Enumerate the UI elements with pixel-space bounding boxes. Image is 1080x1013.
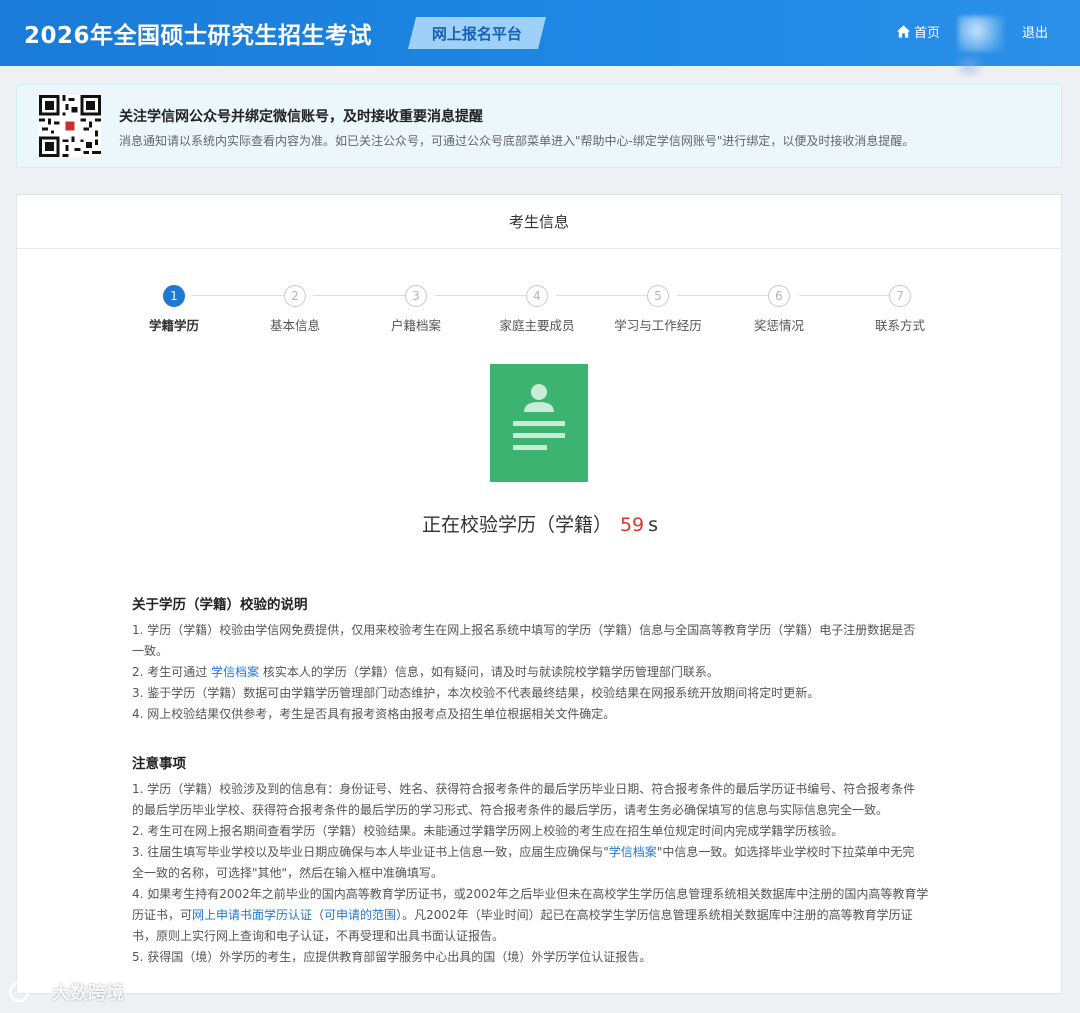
notice-title: 关注学信网公众号并绑定微信账号，及时接收重要消息提醒 — [119, 109, 483, 125]
platform-badge: 网上报名平台 — [408, 17, 546, 49]
countdown-unit: s — [648, 514, 659, 536]
step-number: 3 — [405, 285, 427, 307]
step-label: 户籍档案 — [390, 318, 441, 333]
step-label: 基本信息 — [269, 318, 320, 333]
step-4: 4 家庭主要成员 — [477, 285, 597, 334]
explain-item-1b: 一致。 — [132, 644, 169, 658]
xuexin-archive-link[interactable]: 学信档案 — [211, 665, 259, 679]
user-avatar[interactable] — [958, 16, 1004, 52]
step-7: 7 联系方式 — [840, 285, 960, 334]
explain-item-1a: 1. 学历（学籍）校验由学信网免费提供，仅用来校验考生在网上报名系统中填写的学历… — [132, 623, 916, 637]
step-number: 6 — [768, 285, 790, 307]
watermark-text: 大数跨境 — [52, 983, 124, 1004]
explain-item-3: 3. 鉴于学历（学籍）数据可由学籍学历管理部门动态维护，本次校验不代表最终结果，… — [132, 686, 820, 700]
step-number: 7 — [889, 285, 911, 307]
xuexin-archive-link-2[interactable]: 学信档案 — [609, 845, 657, 859]
wechat-notice: 关注学信网公众号并绑定微信账号，及时接收重要消息提醒 消息通知请以系统内实际查看… — [16, 84, 1062, 168]
student-record-icon — [490, 364, 588, 482]
note-item-3a: 3. 往届生填写毕业学校以及毕业日期应确保与本人毕业证书上信息一致，应届生应确保… — [132, 845, 915, 859]
apply-written-certification-link[interactable]: 网上申请书面学历认证 — [192, 908, 312, 922]
verify-text: 正在校验学历（学籍） — [421, 514, 612, 536]
step-3: 3 户籍档案 — [356, 285, 476, 334]
note-item-2: 2. 考生可在网上报名期间查看学历（学籍）校验结果。未能通过学籍学历网上校验的考… — [132, 824, 844, 838]
step-number: 2 — [284, 285, 306, 307]
note-item-3b: 全一致的名称，可选择"其他"，然后在输入框中准确填写。 — [132, 866, 444, 880]
verify-explanation: 关于学历（学籍）校验的说明 1. 学历（学籍）校验由学信网免费提供，仅用来校验考… — [132, 593, 952, 725]
verify-status: 正在校验学历（学籍） 59 s — [17, 510, 1063, 537]
step-2: 2 基本信息 — [235, 285, 355, 334]
step-number: 4 — [526, 285, 548, 307]
explain-item-2: 2. 考生可通过 学信档案 核实本人的学历（学籍）信息，如有疑问，请及时与就读院… — [132, 665, 719, 679]
watermark-logo-icon — [8, 981, 47, 1003]
note-item-4b: 历证书，可网上申请书面学历认证（可申请的范围）。凡2002年（毕业时间）起已在高… — [132, 908, 913, 922]
home-label: 首页 — [914, 26, 941, 41]
note-item-1a: 1. 学历（学籍）校验涉及到的信息有：身份证号、姓名、获得符合报考条件的最后学历… — [132, 782, 916, 796]
step-label: 奖惩情况 — [753, 318, 804, 333]
note-item-4c: 书，原则上实行网上查询和电子认证，不再受理和出具书面认证报告。 — [132, 929, 505, 943]
step-number: 5 — [647, 285, 669, 307]
section-title: 注意事项 — [132, 756, 186, 772]
step-label: 学籍学历 — [148, 318, 199, 333]
note-item-1b: 的最后学历毕业学校、获得符合报考条件的最后学历的学习形式、符合报考条件的最后学历… — [132, 803, 889, 817]
step-label: 家庭主要成员 — [499, 318, 575, 333]
step-1: 1 学籍学历 — [114, 285, 234, 334]
step-number: 1 — [163, 285, 185, 307]
step-5: 5 学习与工作经历 — [598, 285, 718, 334]
user-name-blurred — [950, 56, 988, 76]
watermark: 大数跨境 — [8, 978, 124, 1006]
step-label: 联系方式 — [874, 318, 925, 333]
application-scope-link[interactable]: 可申请的范围 — [324, 908, 396, 922]
candidate-info-panel: 考生信息 1 学籍学历 2 基本信息 3 户籍档案 4 家庭主要成员 5 学习与… — [16, 194, 1062, 994]
logout-link[interactable]: 退出 — [1022, 22, 1048, 41]
panel-title: 考生信息 — [17, 195, 1061, 249]
step-label: 学习与工作经历 — [614, 318, 702, 333]
note-item-5: 5. 获得国（境）外学历的考生，应提供教育部留学服务中心出具的国（境）外学历学位… — [132, 950, 652, 964]
home-icon — [896, 25, 911, 38]
section-title: 关于学历（学籍）校验的说明 — [132, 597, 308, 613]
note-item-4a: 4. 如果考生持有2002年之前毕业的国内高等教育学历证书，或2002年之后毕业… — [132, 887, 929, 901]
step-6: 6 奖惩情况 — [719, 285, 839, 334]
page-title: 2026年全国硕士研究生招生考试 — [24, 23, 373, 49]
top-header: 2026年全国硕士研究生招生考试 网上报名平台 首页 退出 — [0, 0, 1080, 66]
qr-code-icon — [39, 95, 101, 157]
notes-section: 注意事项 1. 学历（学籍）校验涉及到的信息有：身份证号、姓名、获得符合报考条件… — [132, 752, 952, 968]
home-link[interactable]: 首页 — [896, 22, 940, 41]
notice-description: 消息通知请以系统内实际查看内容为准。如已关注公众号，可通过公众号底部菜单进入"帮… — [119, 134, 915, 148]
countdown-seconds: 59 — [619, 514, 645, 536]
explain-item-4: 4. 网上校验结果仅供参考，考生是否具有报考资格由报考点及招生单位根据相关文件确… — [132, 707, 616, 721]
